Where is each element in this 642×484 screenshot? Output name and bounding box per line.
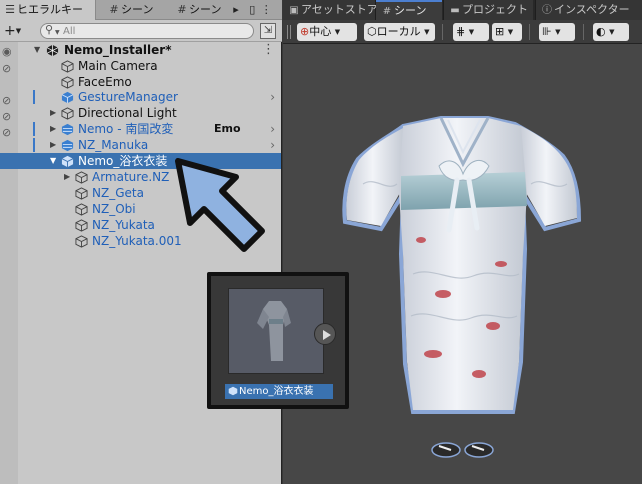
snap-icon: ⊞ (495, 25, 505, 38)
chevron-right-icon[interactable]: › (270, 137, 275, 153)
toolbar-separator (583, 24, 584, 40)
caret-down-icon: ▼ (507, 28, 514, 36)
prefab-cube-icon (61, 155, 74, 168)
gameobject-cube-icon (61, 76, 74, 89)
grid-icon: # (177, 3, 187, 16)
hierarchy-row-directional-light[interactable]: ▶ Directional Light (0, 105, 281, 121)
cube-outline-icon: ⬡ (367, 25, 377, 38)
store-icon: ▣ (289, 5, 299, 16)
yukata-model (342, 116, 582, 458)
tab-scene[interactable]: # シーン (104, 0, 166, 20)
foldout-expanded-icon[interactable]: ▼ (34, 42, 40, 58)
more-menu-icon[interactable]: ⋮ (262, 42, 275, 58)
drag-preview-callout: Nemo_浴衣衣装 (207, 272, 349, 409)
caret-down-icon: ▼ (424, 28, 430, 36)
tab-inspector[interactable]: ⓘ インスペクター (535, 0, 642, 20)
prefab-cube-icon (61, 91, 74, 104)
shading-mode-button[interactable]: ◐ ▼ (593, 23, 629, 41)
tab-hierarchy[interactable]: ☰ ヒエラルキー (0, 0, 96, 20)
foldout-expanded-icon[interactable]: ▼ (50, 153, 56, 169)
caret-down-icon: ▼ (334, 28, 341, 36)
tab-menu-icon[interactable]: ▯ ⋮ (246, 0, 276, 20)
tab-scroll-right-icon[interactable]: ▸ (230, 0, 242, 20)
gameobject-cube-icon (75, 187, 88, 200)
yukata-thumbnail-icon (257, 301, 291, 361)
play-triangle-icon (323, 330, 331, 340)
foldout-collapsed-icon[interactable]: ▶ (50, 105, 56, 121)
hierarchy-tabbar: ☰ ヒエラルキー # シーン # シーン ▸ ▯ ⋮ (0, 0, 282, 20)
ruler-icon: ⊪ (542, 25, 552, 38)
hierarchy-list-icon: ☰ (5, 3, 15, 16)
play-preview-icon[interactable] (314, 323, 336, 345)
search-scene-icon[interactable]: ⇲ (260, 23, 276, 39)
chevron-right-icon[interactable]: › (270, 89, 275, 105)
snap-toggle-button[interactable]: ⊞ ▼ (492, 23, 522, 41)
scene-panel: ▣ アセットストア # シーン ▬ プロジェクト ⓘ インスペクター ⊕中心 ▼ ⬡ロー… (283, 0, 642, 484)
search-box: ⚲ ▼ (40, 23, 254, 39)
handle-space-dropdown[interactable]: ⬡ローカル ▼ (364, 23, 435, 41)
pivot-icon: ⊕ (300, 25, 310, 38)
increment-snap-button[interactable]: ⊪ ▼ (539, 23, 575, 41)
chevron-right-icon[interactable]: › (270, 121, 275, 137)
prefab-variant-icon (61, 123, 74, 136)
prefab-variant-icon (61, 139, 74, 152)
prefab-cube-icon (228, 386, 238, 396)
sphere-icon: ◐ (596, 25, 606, 38)
gameobject-cube-icon (61, 107, 74, 120)
toolbar-grip-icon[interactable] (287, 25, 291, 39)
grid-icon: # (109, 3, 119, 16)
hierarchy-toolbar: +▼ ⚲ ▼ ⇲ (0, 20, 282, 42)
prefab-name-label: Nemo_浴衣衣装 (225, 384, 333, 399)
grid-snap-icon: ⋕ (456, 25, 466, 38)
gameobject-cube-icon (75, 171, 88, 184)
toolbar-separator (529, 24, 530, 40)
tab-asset-store[interactable]: ▣ アセットストア (283, 0, 378, 20)
tab-scene-view[interactable]: # シーン (376, 0, 442, 20)
pointer-arrow-annotation (175, 158, 265, 252)
search-icon: ⚲ (45, 23, 54, 36)
pivot-mode-dropdown[interactable]: ⊕中心 ▼ (297, 23, 357, 41)
tab-scene-2[interactable]: # シーン (172, 0, 228, 20)
prefab-preview-image (228, 288, 324, 374)
foldout-collapsed-icon[interactable]: ▶ (50, 121, 56, 137)
add-button[interactable]: +▼ (4, 22, 34, 40)
grid-icon: # (382, 6, 392, 17)
toolbar-separator (442, 24, 443, 40)
caret-down-icon: ▼ (468, 28, 475, 36)
caret-down-icon: ▼ (555, 28, 561, 36)
gameobject-cube-icon (75, 203, 88, 216)
caret-down-icon: ▼ (609, 28, 615, 36)
foldout-collapsed-icon[interactable]: ▶ (50, 137, 56, 153)
gameobject-cube-icon (75, 219, 88, 232)
scene-tabbar: ▣ アセットストア # シーン ▬ プロジェクト ⓘ インスペクター (283, 0, 642, 20)
search-dropdown-icon: ▼ (55, 29, 60, 36)
foldout-collapsed-icon[interactable]: ▶ (64, 169, 70, 185)
hierarchy-row-main-camera[interactable]: Main Camera (0, 58, 281, 74)
search-input[interactable] (63, 25, 243, 38)
hierarchy-row-nz-manuka[interactable]: ▶ NZ_Manuka › (0, 137, 281, 153)
caret-down-icon: ▼ (15, 27, 22, 35)
hierarchy-row-faceemo[interactable]: FaceEmo (0, 74, 281, 90)
folder-icon: ▬ (450, 5, 460, 16)
hierarchy-row-gesturemanager[interactable]: GestureManager › (0, 89, 281, 105)
scene-toolbar: ⊕中心 ▼ ⬡ローカル ▼ ⋕ ▼ ⊞ ▼ ⊪ ▼ ◐ ▼ (283, 20, 642, 44)
info-icon: ⓘ (542, 5, 552, 16)
hierarchy-row-root[interactable]: ▼ Nemo_Installer* ⋮ (0, 42, 281, 58)
gameobject-cube-icon (61, 60, 74, 73)
scene-unity-icon (46, 44, 59, 57)
gameobject-cube-icon (75, 235, 88, 248)
grid-toggle-button[interactable]: ⋕ ▼ (453, 23, 489, 41)
tab-project[interactable]: ▬ プロジェクト (443, 0, 533, 20)
emo-tag-label: Emo (214, 122, 241, 135)
yukata-model-viewport[interactable] (283, 44, 642, 484)
